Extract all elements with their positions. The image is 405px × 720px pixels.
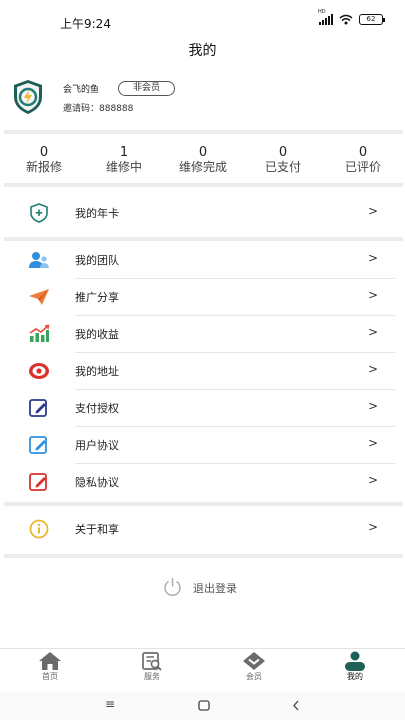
shield-plus-icon	[30, 203, 48, 223]
status-bar: 上午9:24 HD 62	[0, 0, 405, 36]
back-nav-button[interactable]	[292, 700, 300, 711]
menu-item-earnings[interactable]: 我的收益 >	[28, 315, 385, 352]
logout-button[interactable]: 退出登录	[162, 576, 252, 598]
section-divider	[4, 183, 403, 187]
stat-reviewed[interactable]: 0 已评价	[323, 145, 403, 175]
menu-item-payment-auth[interactable]: 支付授权 >	[28, 389, 385, 426]
person-icon	[345, 651, 365, 671]
menu-item-privacy[interactable]: 隐私协议 >	[28, 463, 385, 500]
power-icon	[164, 578, 181, 596]
edit-doc-icon	[29, 473, 47, 491]
stat-label: 维修中	[105, 160, 142, 174]
stat-value: 1	[119, 145, 129, 160]
home-nav-button[interactable]	[198, 700, 210, 711]
chevron-right-icon: >	[367, 325, 378, 339]
status-time: 上午9:24	[60, 17, 111, 31]
invite-code: 邀请码：888888	[63, 104, 134, 114]
tab-label: 会员	[246, 672, 262, 681]
chevron-right-icon: >	[367, 473, 378, 487]
menu-item-label: 推广分享	[75, 291, 119, 304]
screen: 上午9:24 HD 62 我的 会飞的鱼 非会员 邀请码：888888 0 新报…	[0, 0, 405, 720]
bottom-tab-bar: 首页 服务 会员 我的	[0, 648, 405, 690]
tab-label: 我的	[347, 672, 363, 681]
stat-value: 0	[278, 145, 288, 160]
member-diamond-icon	[243, 652, 265, 670]
stat-label: 新报修	[25, 160, 62, 174]
menu-nav-button[interactable]: ≡	[105, 697, 115, 711]
edit-doc-icon	[29, 399, 47, 417]
page-title: 我的	[188, 43, 217, 59]
paper-plane-icon	[29, 289, 49, 305]
network-type: HD	[318, 9, 326, 15]
section-divider	[4, 554, 403, 558]
menu-item-label: 用户协议	[75, 439, 119, 452]
menu-item-label: 隐私协议	[75, 476, 119, 489]
menu-item-team[interactable]: 我的团队 >	[28, 241, 385, 278]
edit-doc-icon	[29, 436, 47, 454]
menu-item-about[interactable]: 关于和享 >	[28, 510, 385, 547]
earnings-chart-icon	[29, 324, 50, 342]
stat-value: 0	[198, 145, 208, 160]
wifi-icon	[339, 14, 353, 25]
menu-item-label: 支付授权	[75, 402, 119, 415]
tab-service[interactable]: 服务	[122, 651, 182, 682]
stat-label: 已支付	[264, 160, 301, 174]
menu-item-annual-card[interactable]: 我的年卡 >	[28, 194, 385, 231]
stat-new-repair[interactable]: 0 新报修	[4, 145, 84, 175]
chevron-right-icon: >	[367, 436, 378, 450]
stat-repairing[interactable]: 1 维修中	[84, 145, 164, 175]
tab-home[interactable]: 首页	[20, 651, 80, 682]
section-divider	[4, 502, 403, 506]
stat-label: 维修完成	[178, 160, 227, 174]
stat-repair-done[interactable]: 0 维修完成	[163, 145, 243, 175]
home-icon	[39, 652, 61, 670]
stat-value: 0	[39, 145, 49, 160]
stat-value: 0	[358, 145, 368, 160]
stat-paid[interactable]: 0 已支付	[243, 145, 323, 175]
order-stats: 0 新报修 1 维修中 0 维修完成 0 已支付 0 已评价	[0, 145, 405, 181]
chevron-right-icon: >	[367, 399, 378, 413]
stat-label: 已评价	[344, 160, 381, 174]
signal-icon: HD	[318, 9, 333, 25]
menu-item-label: 我的收益	[75, 328, 119, 341]
team-icon	[29, 252, 49, 268]
battery-icon: 62	[359, 14, 385, 25]
avatar[interactable]	[12, 79, 44, 115]
tab-member[interactable]: 会员	[224, 651, 284, 682]
system-nav-bar: ≡	[0, 692, 405, 720]
section-divider	[4, 130, 403, 134]
member-status-badge[interactable]: 非会员	[118, 81, 175, 96]
menu-item-label: 我的年卡	[75, 207, 119, 220]
tab-label: 服务	[144, 672, 160, 681]
menu-item-label: 关于和享	[75, 523, 119, 536]
service-icon	[142, 652, 162, 671]
status-icons: HD 62	[318, 9, 385, 25]
menu-item-label: 我的地址	[75, 365, 119, 378]
menu-item-address[interactable]: 我的地址 >	[28, 352, 385, 389]
chevron-right-icon: >	[367, 251, 378, 265]
tab-mine[interactable]: 我的	[325, 651, 385, 682]
info-icon	[29, 519, 49, 539]
chevron-right-icon: >	[367, 288, 378, 302]
location-icon	[29, 363, 49, 379]
chevron-right-icon: >	[367, 362, 378, 376]
tab-label: 首页	[42, 672, 58, 681]
menu-item-label: 我的团队	[75, 254, 119, 267]
user-nickname: 会飞的鱼	[63, 85, 100, 95]
chevron-right-icon: >	[367, 204, 378, 218]
menu-item-user-agreement[interactable]: 用户协议 >	[28, 426, 385, 463]
menu-item-share[interactable]: 推广分享 >	[28, 278, 385, 315]
logout-label: 退出登录	[193, 582, 237, 595]
profile-card[interactable]: 会飞的鱼 非会员 邀请码：888888	[0, 74, 405, 130]
chevron-right-icon: >	[367, 520, 378, 534]
